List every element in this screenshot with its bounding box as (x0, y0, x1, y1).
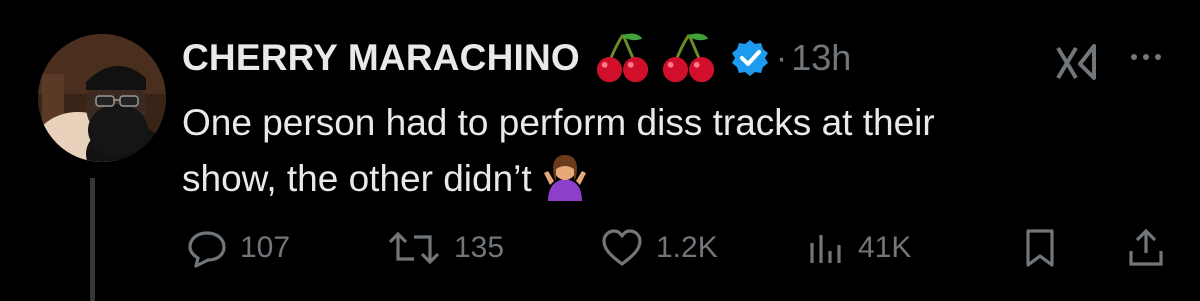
action-bar: 107 135 1.2K 41K (0, 220, 1200, 276)
views-button[interactable]: 41K (806, 220, 911, 276)
tweet-header: CHERRY MARACHINO · 13h (182, 26, 851, 90)
retweet-icon (388, 231, 440, 265)
like-button[interactable]: 1.2K (600, 220, 718, 276)
cherries-icon (662, 33, 715, 83)
verified-badge-icon[interactable] (730, 38, 770, 78)
timestamp[interactable]: 13h (791, 37, 851, 79)
share-icon (1129, 228, 1163, 266)
tweet-text: One person had to perform diss tracks at… (182, 95, 1142, 207)
tweet-text-line: show, the other didn’t (182, 158, 532, 199)
heart-icon (602, 229, 642, 266)
separator-dot: · (775, 38, 788, 77)
reply-button[interactable]: 107 (186, 220, 290, 276)
like-count: 1.2K (656, 231, 718, 264)
cherries-icon (596, 33, 649, 83)
person-shrugging-icon (543, 155, 586, 201)
retweet-button[interactable]: 135 (386, 220, 504, 276)
avatar-image (38, 34, 166, 162)
views-count: 41K (858, 231, 912, 264)
tweet-text-line: One person had to perform diss tracks at… (182, 102, 935, 143)
bookmark-button[interactable] (1022, 220, 1058, 276)
bookmark-icon (1026, 229, 1054, 267)
retweet-count: 135 (454, 231, 505, 264)
share-button[interactable] (1126, 220, 1166, 276)
reply-count: 107 (240, 231, 291, 264)
author-name[interactable]: CHERRY MARACHINO (182, 37, 580, 79)
avatar[interactable] (38, 34, 166, 162)
views-chart-icon (810, 235, 841, 263)
more-options-icon[interactable] (1126, 47, 1166, 67)
reply-icon (188, 231, 226, 268)
grok-icon[interactable] (1054, 44, 1102, 82)
